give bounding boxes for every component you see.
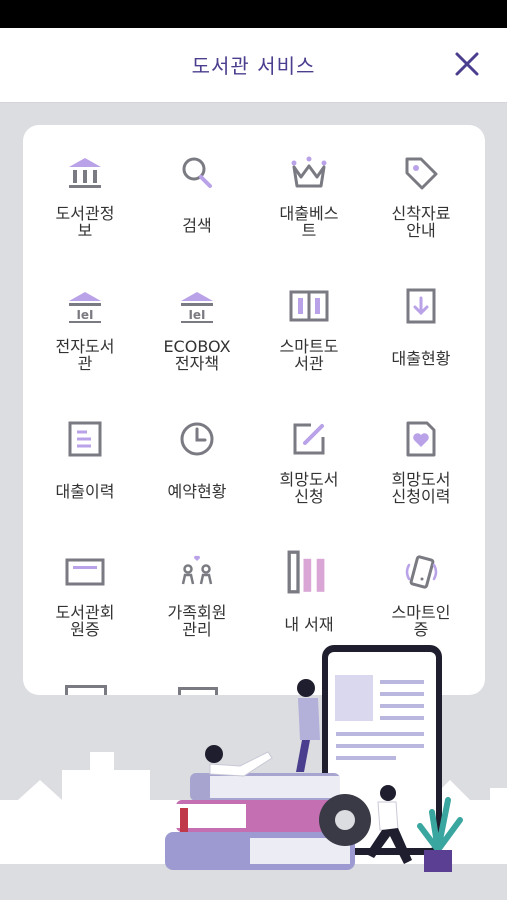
bookshelf-icon [287, 550, 325, 594]
menu-item-reservation-status[interactable]: 예약현황 [141, 391, 253, 523]
menu-label: 도서관정 보 [55, 204, 115, 240]
download-doc-icon [406, 288, 436, 324]
ecobox-icon: IeI [181, 292, 213, 323]
heart-doc-icon [406, 421, 436, 457]
search-icon [182, 157, 212, 188]
phone-auth-icon [405, 555, 438, 589]
menu-label: 스마트도 서관 [279, 337, 339, 373]
ebook-library-icon: IeI [69, 292, 101, 323]
menu-item-book-request[interactable]: 희망도서 신청 [253, 391, 365, 523]
status-bar [0, 0, 507, 28]
menu-item-library-info[interactable]: 도서관정 보 [29, 125, 141, 257]
member-card-icon [65, 558, 105, 586]
menu-item-smart-auth[interactable]: 스마트인 증 [365, 524, 477, 656]
menu-item-my-bookshelf[interactable]: 내 서재 [253, 524, 365, 656]
menu-label: ECOBOX 전자책 [163, 337, 231, 373]
library-illustration [0, 645, 507, 900]
crown-icon [291, 156, 327, 188]
menu-item-book-request-history[interactable]: 희망도서 신청이력 [365, 391, 477, 523]
menu-item-search[interactable]: 검색 [141, 125, 253, 257]
menu-item-loan-history[interactable]: 대출이력 [29, 391, 141, 523]
menu-label: 대출이력 [55, 482, 115, 501]
clock-icon [180, 422, 214, 456]
menu-label: 대출베스 트 [279, 204, 339, 240]
menu-label: 도서관회 원증 [55, 603, 115, 639]
menu-label: 내 서재 [284, 615, 334, 634]
menu-label: 대출현황 [391, 349, 451, 368]
menu-item-best-loans[interactable]: 대출베스 트 [253, 125, 365, 257]
menu-item-member-card[interactable]: 도서관회 원증 [29, 524, 141, 656]
close-icon[interactable] [451, 48, 483, 80]
service-menu-panel: 도서관정 보 검색 대출베스 트 신착자료 안내 IeI 전자도서 관 IeI … [23, 125, 485, 695]
menu-item-ecobox[interactable]: IeI ECOBOX 전자책 [141, 258, 253, 390]
menu-item-loan-status[interactable]: 대출현황 [365, 258, 477, 390]
menu-label: 신착자료 안내 [391, 204, 451, 240]
menu-label: 예약현황 [167, 482, 227, 501]
menu-label: 스마트인 증 [391, 603, 451, 639]
page-title: 도서관 서비스 [191, 54, 316, 78]
document-list-icon [68, 421, 102, 457]
smart-library-icon [289, 290, 329, 322]
menu-item-new-arrivals[interactable]: 신착자료 안내 [365, 125, 477, 257]
menu-label: 전자도서 관 [55, 337, 115, 373]
svg-text:IeI: IeI [188, 308, 205, 322]
menu-label: 희망도서 신청 [279, 470, 339, 506]
menu-label: 검색 [182, 216, 212, 235]
menu-item-smart-library[interactable]: 스마트도 서관 [253, 258, 365, 390]
header: 도서관 서비스 [0, 28, 507, 103]
edit-icon [293, 423, 325, 455]
menu-item-e-library[interactable]: IeI 전자도서 관 [29, 258, 141, 390]
library-building-icon [69, 158, 101, 188]
menu-item-family-members[interactable]: 가족회원 관리 [141, 524, 253, 656]
tag-icon [405, 157, 438, 190]
menu-label: 가족회원 관리 [167, 603, 227, 639]
menu-label: 희망도서 신청이력 [391, 470, 451, 506]
family-icon [181, 555, 213, 585]
svg-text:IeI: IeI [76, 308, 93, 322]
